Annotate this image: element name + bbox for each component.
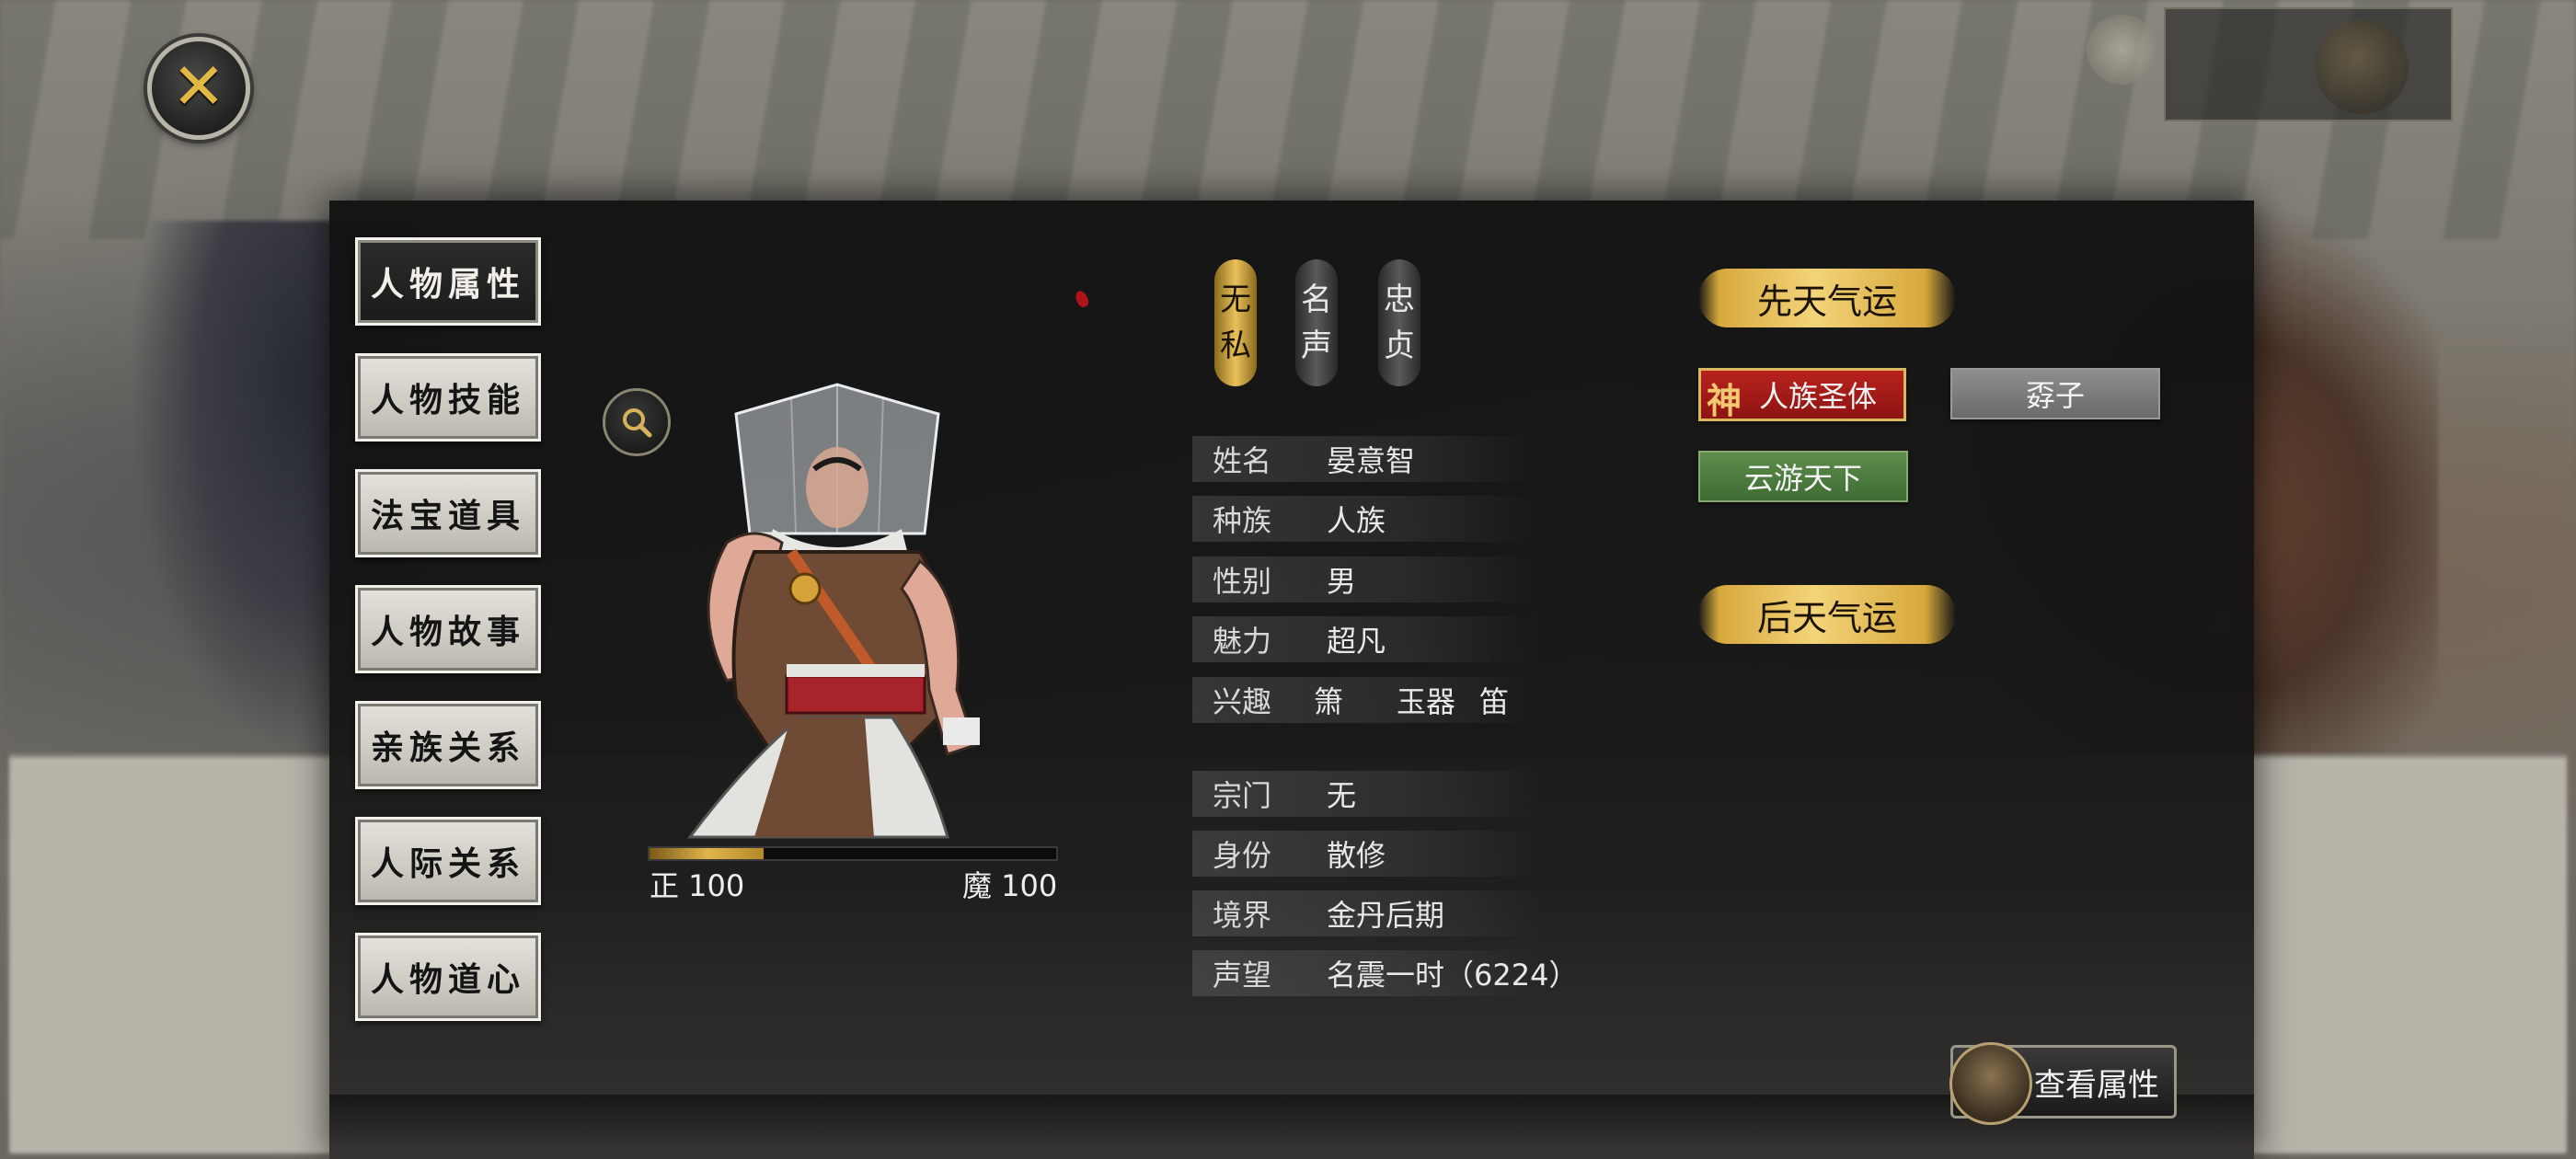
fortune-tag-label: 人族圣体 — [1758, 379, 1877, 414]
info-value: 晏意智 — [1327, 443, 1416, 478]
info-row-sect: 宗门 无 — [1192, 771, 1542, 817]
trait-badge-loyal[interactable]: 忠 贞 — [1378, 259, 1420, 386]
hobby-value: 玉器 — [1397, 684, 1456, 719]
close-button[interactable]: ✕ — [147, 37, 250, 140]
trait-char: 名 — [1301, 281, 1332, 318]
info-label: 魅力 — [1213, 624, 1272, 659]
info-label: 姓名 — [1213, 443, 1272, 478]
info-label: 种族 — [1213, 503, 1272, 538]
trait-char: 无 — [1220, 281, 1251, 318]
info-value: 超凡 — [1327, 624, 1386, 659]
trait-char: 声 — [1301, 327, 1332, 364]
info-value: 人族 — [1327, 503, 1386, 538]
info-row-gender: 性别 男 — [1192, 557, 1542, 602]
menu-item-attributes[interactable]: 人物属性 — [355, 237, 541, 326]
info-value: 金丹后期 — [1327, 898, 1445, 933]
trait-char: 私 — [1220, 327, 1251, 364]
menu-item-dao-heart[interactable]: 人物道心 — [355, 933, 541, 1021]
trait-char: 忠 — [1384, 281, 1415, 318]
info-row-hobby: 兴趣 箫 玉器 笛 — [1192, 677, 1542, 723]
info-row-race: 种族 人族 — [1192, 496, 1542, 542]
innate-fortune-title: 先天气运 — [1698, 269, 1956, 327]
info-label: 兴趣 — [1213, 684, 1272, 719]
view-attributes-label: 查看属性 — [2034, 1066, 2159, 1104]
view-attributes-button[interactable]: 查看属性 — [1949, 1042, 2177, 1125]
info-label: 声望 — [1213, 958, 1272, 993]
info-row-name: 姓名 晏意智 — [1192, 436, 1542, 482]
hud-gear-icon[interactable] — [2087, 15, 2156, 85]
menu-item-family[interactable]: 亲族关系 — [355, 701, 541, 789]
demonic-label: 魔 100 — [962, 868, 1058, 903]
righteous-label: 正 100 — [650, 868, 745, 903]
fortune-tag-human-saint-body[interactable]: 神 人族圣体 — [1698, 368, 1906, 421]
trait-badge-fame[interactable]: 名 声 — [1295, 259, 1338, 386]
meditating-figure-icon — [1949, 1042, 2032, 1125]
info-row-identity: 身份 散修 — [1192, 831, 1542, 877]
info-row-fame: 声望 名震一时（6224） — [1192, 950, 1578, 996]
fortune-tag-wanderer[interactable]: 云游天下 — [1698, 451, 1908, 502]
info-value: 散修 — [1327, 838, 1386, 873]
divine-prefix: 神 — [1707, 380, 1742, 421]
trait-badge-selfless[interactable]: 无 私 — [1214, 259, 1257, 386]
fortune-tag-label: 云游天下 — [1743, 461, 1862, 496]
info-label: 身份 — [1213, 838, 1272, 873]
menu-item-story[interactable]: 人物故事 — [355, 585, 541, 673]
close-icon: ✕ — [171, 49, 226, 124]
fortune-tag-label: 孬子 — [2025, 378, 2085, 413]
hud-panel — [2164, 7, 2453, 121]
info-value: 名震一时（6224） — [1327, 958, 1579, 993]
menu-item-skills[interactable]: 人物技能 — [355, 353, 541, 442]
info-row-charm: 魅力 超凡 — [1192, 616, 1542, 662]
menu-item-artifacts[interactable]: 法宝道具 — [355, 469, 541, 557]
hud-exit-icon[interactable] — [2315, 20, 2409, 114]
info-row-realm: 境界 金丹后期 — [1192, 890, 1542, 936]
info-label: 性别 — [1213, 564, 1272, 599]
alignment-bar — [648, 846, 1058, 861]
info-value: 无 — [1327, 778, 1357, 813]
trait-char: 贞 — [1384, 327, 1415, 364]
menu-item-relations[interactable]: 人际关系 — [355, 817, 541, 905]
info-label: 宗门 — [1213, 778, 1272, 813]
hobby-value: 笛 — [1479, 684, 1510, 719]
character-portrait — [686, 383, 980, 839]
hobby-value: 箫 — [1314, 684, 1344, 719]
acquired-fortune-title: 后天气运 — [1698, 585, 1956, 644]
info-value: 男 — [1327, 564, 1357, 599]
info-label: 境界 — [1213, 898, 1272, 933]
fortune-tag-weak-child[interactable]: 孬子 — [1950, 368, 2160, 419]
alignment-bar-fill — [650, 848, 764, 859]
